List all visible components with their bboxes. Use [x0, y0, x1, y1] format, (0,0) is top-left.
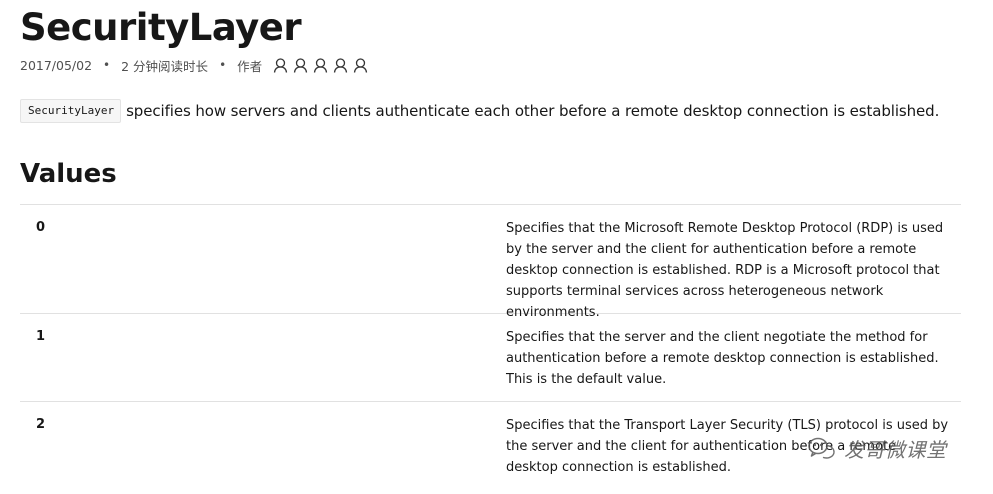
value-cell: 1: [36, 329, 46, 344]
watermark-text: 发哥微课堂: [844, 437, 947, 462]
contributor-list: [272, 57, 369, 74]
contributor-avatar-icon[interactable]: [272, 57, 289, 74]
contributor-avatar-icon[interactable]: [312, 57, 329, 74]
description-cell: Specifies that the server and the client…: [506, 330, 939, 387]
table-row: 1 Specifies that the server and the clie…: [20, 314, 961, 402]
page-title: SecurityLayer: [20, 6, 302, 49]
read-time: 2 分钟阅读时长: [121, 58, 209, 74]
intro-paragraph: SecurityLayer specifies how servers and …: [20, 97, 939, 125]
value-cell: 2: [36, 417, 46, 432]
separator-bullet: •: [103, 58, 111, 72]
description-cell: Specifies that the Microsoft Remote Desk…: [506, 221, 944, 320]
author-label: 作者: [237, 58, 263, 74]
wechat-icon: [808, 437, 835, 459]
value-cell: 0: [36, 220, 46, 235]
contributor-avatar-icon[interactable]: [352, 57, 369, 74]
contributor-avatar-icon[interactable]: [292, 57, 309, 74]
intro-text: specifies how servers and clients authen…: [126, 102, 940, 120]
section-heading-values: Values: [20, 159, 117, 189]
table-row: 0 Specifies that the Microsoft Remote De…: [20, 205, 961, 320]
article-metadata: 2017/05/02 • 2 分钟阅读时长 • 作者: [20, 56, 369, 74]
publish-date: 2017/05/02: [20, 57, 93, 73]
inline-code-security-layer: SecurityLayer: [20, 99, 122, 123]
watermark: 发哥微课堂: [806, 430, 947, 466]
contributor-avatar-icon[interactable]: [332, 57, 349, 74]
separator-bullet: •: [219, 58, 227, 72]
